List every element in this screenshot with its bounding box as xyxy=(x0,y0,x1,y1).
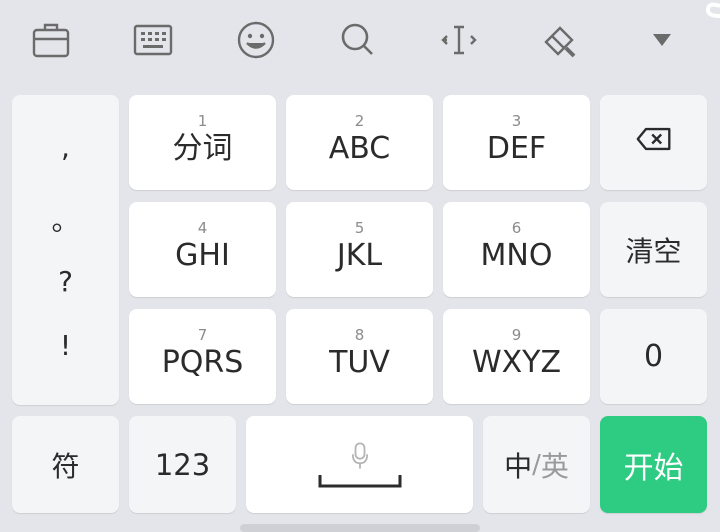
key-4[interactable]: 4 GHI xyxy=(129,202,276,297)
go-key[interactable]: 开始 xyxy=(600,416,707,513)
key-1[interactable]: 1 分词 xyxy=(129,95,276,190)
keyboard-icon[interactable] xyxy=(127,14,179,66)
microphone-icon xyxy=(351,442,368,469)
clipboard-brush-icon[interactable] xyxy=(534,14,586,66)
key-label: MNO xyxy=(480,237,553,273)
key-2[interactable]: 2 ABC xyxy=(286,95,433,190)
key-label: DEF xyxy=(486,130,547,166)
key-number: 9 xyxy=(511,325,522,344)
home-indicator xyxy=(240,524,480,532)
key-label: ABC xyxy=(328,130,391,166)
punctuation-column: , 。 ? ! xyxy=(12,95,119,405)
lang-en-label: 英 xyxy=(540,449,569,483)
key-number: 8 xyxy=(354,325,365,344)
numbers-key[interactable]: 123 xyxy=(129,416,236,513)
key-label: TUV xyxy=(329,344,390,380)
key-8[interactable]: 8 TUV xyxy=(286,309,433,404)
punct-comma-key[interactable]: , xyxy=(12,131,119,164)
key-label: WXYZ xyxy=(471,344,562,380)
backspace-icon xyxy=(636,127,670,150)
go-label: 开始 xyxy=(623,450,684,486)
key-label: PQRS xyxy=(161,344,244,380)
cursor-move-icon[interactable] xyxy=(433,14,485,66)
clear-key[interactable]: 清空 xyxy=(600,202,707,297)
key-label: 分词 xyxy=(172,130,233,166)
key-7[interactable]: 7 PQRS xyxy=(129,309,276,404)
key-number: 1 xyxy=(197,111,208,130)
key-number: 5 xyxy=(354,218,365,237)
logo-mark-icon xyxy=(698,0,720,26)
symbols-label: 符 xyxy=(51,449,80,483)
key-9[interactable]: 9 WXYZ xyxy=(443,309,590,404)
key-6[interactable]: 6 MNO xyxy=(443,202,590,297)
search-icon[interactable] xyxy=(331,14,383,66)
language-switch-key[interactable]: 中 / 英 xyxy=(483,416,590,513)
emoji-icon[interactable] xyxy=(230,14,282,66)
punct-question-key[interactable]: ? xyxy=(12,265,119,298)
briefcase-icon[interactable] xyxy=(25,14,77,66)
lang-zh-label: 中 xyxy=(504,449,533,483)
key-number: 4 xyxy=(197,218,208,237)
key-number: 2 xyxy=(354,111,365,130)
key-number: 3 xyxy=(511,111,522,130)
clear-label: 清空 xyxy=(625,234,682,268)
backspace-key[interactable] xyxy=(600,95,707,190)
lang-separator: / xyxy=(532,449,541,480)
key-5[interactable]: 5 JKL xyxy=(286,202,433,297)
symbols-key[interactable]: 符 xyxy=(12,416,119,513)
punct-exclaim-key[interactable]: ! xyxy=(12,329,119,362)
keyboard-toolbar xyxy=(0,0,720,86)
key-3[interactable]: 3 DEF xyxy=(443,95,590,190)
zero-label: 0 xyxy=(643,339,664,374)
punct-period-key[interactable]: 。 xyxy=(12,199,119,239)
space-bar-icon xyxy=(318,474,401,487)
numbers-label: 123 xyxy=(154,447,211,482)
key-number: 6 xyxy=(511,218,522,237)
key-number: 7 xyxy=(197,325,208,344)
zero-key[interactable]: 0 xyxy=(600,309,707,404)
key-label: GHI xyxy=(175,237,230,273)
key-label: JKL xyxy=(336,237,383,273)
collapse-arrow-icon[interactable] xyxy=(636,14,688,66)
space-key[interactable] xyxy=(246,416,473,513)
